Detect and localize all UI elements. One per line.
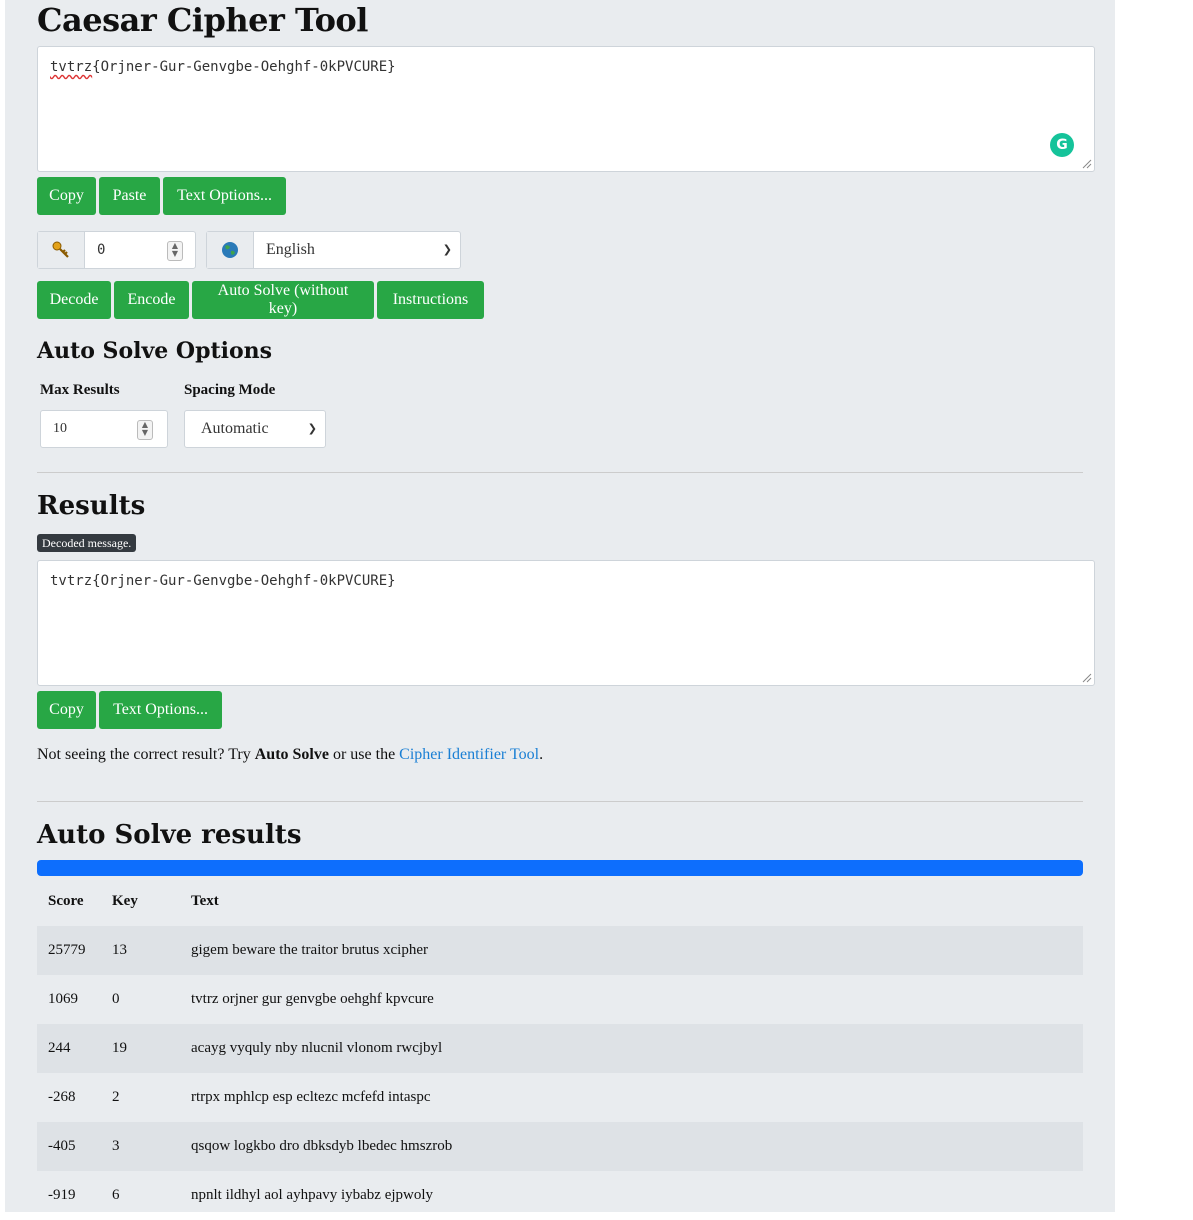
help-note: Not seeing the correct result? Try Auto … <box>37 746 543 764</box>
spacing-mode-value: Automatic <box>201 420 269 437</box>
chevron-down-icon: ❯ <box>307 422 317 435</box>
table-row: 1069 0 tvtrz orjner gur genvgbe oehghf kpv… <box>37 975 1083 1024</box>
cell-score: -405 <box>37 1122 101 1171</box>
cell-score: -919 <box>48 1187 76 1203</box>
copy-input-button[interactable]: Copy <box>37 177 96 215</box>
cipher-identifier-link[interactable]: Cipher Identifier Tool <box>399 746 539 763</box>
cell-key: 6 <box>112 1187 120 1203</box>
cell-key: 19 <box>101 1024 180 1073</box>
encode-button[interactable]: Encode <box>114 281 189 319</box>
key-value: 0 <box>97 242 106 258</box>
auto-solve-options-heading: Auto Solve Options <box>37 338 273 364</box>
table-row: 25779 13 gigem beware the traitor brutus x… <box>37 926 1083 975</box>
misspelled-word: tvtrz <box>50 59 93 75</box>
note-bold: Auto Solve <box>254 746 329 763</box>
cell-score: 25779 <box>37 926 101 975</box>
max-results-input[interactable]: 10 ▲ ▼ <box>40 410 168 448</box>
note-middle: or use the <box>328 746 400 763</box>
divider <box>37 801 1083 802</box>
table-row: -919 6 npnlt ildhyl aol ayhpavy iybabz ejp… <box>37 1171 1083 1220</box>
cell-key: 2 <box>112 1089 120 1105</box>
cell-score: 244 <box>37 1024 101 1073</box>
cell-text: npnlt ildhyl aol ayhpavy iybabz ejpwoly <box>191 1187 434 1203</box>
language-select[interactable]: English ❯ <box>254 232 460 268</box>
max-results-value: 10 <box>53 421 67 436</box>
grammarly-icon[interactable]: G <box>1050 133 1074 157</box>
key-input[interactable]: 0 ▲ ▼ <box>85 232 195 268</box>
spacing-mode-select[interactable]: Automatic ❯ <box>184 410 326 448</box>
resize-handle-icon[interactable] <box>1080 157 1092 169</box>
column-header: Score <box>48 892 84 909</box>
cell-text: acayg vyquly nby nlucnil vlonom rwcjbyl <box>180 1024 1083 1073</box>
note-prefix: Not seeing the correct result? Try <box>37 746 255 763</box>
key-spinner-icon[interactable]: ▲ ▼ <box>167 241 183 261</box>
text-options-output-button[interactable]: Text Options... <box>99 691 222 729</box>
progress-bar <box>37 860 1083 876</box>
results-heading: Results <box>37 491 146 521</box>
text-options-input-button[interactable]: Text Options... <box>163 177 286 215</box>
input-textarea[interactable]: tvtrz{Orjner-Gur-Genvgbe-Oehghf-0kPVCURE… <box>37 46 1095 172</box>
key-input-group: 0 ▲ ▼ <box>37 231 196 269</box>
cell-text: gigem beware the traitor brutus xcipher <box>180 926 1083 975</box>
chevron-down-icon: ❯ <box>442 243 452 256</box>
output-text: tvtrz{Orjner-Gur-Genvgbe-Oehghf-0kPVCURE… <box>50 573 396 589</box>
status-badge: Decoded message. <box>37 534 137 552</box>
decode-button[interactable]: Decode <box>37 281 111 319</box>
table-row: 244 19 acayg vyquly nby nlucnil vlonom rwc… <box>37 1024 1083 1073</box>
cell-score: -268 <box>48 1089 76 1105</box>
resize-handle-icon[interactable] <box>1080 671 1092 683</box>
max-results-spinner-icon[interactable]: ▲ ▼ <box>137 420 153 440</box>
key-icon <box>38 232 85 268</box>
cell-text: rtrpx mphlcp esp ecltezc mcfefd intaspc <box>191 1089 431 1105</box>
results-table: Score Key Text 25779 13 gigem beware the t… <box>37 876 1083 1220</box>
paste-button[interactable]: Paste <box>99 177 160 215</box>
language-value: English <box>266 241 315 258</box>
input-text: {Orjner-Gur-Genvgbe-Oehghf-0kPVCURE} <box>92 59 396 75</box>
instructions-button[interactable]: Instructions <box>377 281 484 319</box>
output-textarea[interactable]: tvtrz{Orjner-Gur-Genvgbe-Oehghf-0kPVCURE… <box>37 560 1095 686</box>
copy-output-button[interactable]: Copy <box>37 691 96 729</box>
page-title: Caesar Cipher Tool <box>37 1 368 39</box>
cell-text: qsqow logkbo dro dbksdyb lbedec hmszrob <box>180 1122 1083 1171</box>
cell-key: 0 <box>112 991 120 1007</box>
spacing-mode-label: Spacing Mode <box>184 382 276 398</box>
auto-solve-results-heading: Auto Solve results <box>37 820 302 850</box>
cell-score: 1069 <box>48 991 78 1007</box>
table-row: -405 3 qsqow logkbo dro dbksdyb lbedec hms… <box>37 1122 1083 1171</box>
language-group: English ❯ <box>206 231 461 269</box>
cell-key: 13 <box>101 926 180 975</box>
auto-solve-button[interactable]: Auto Solve (without key) <box>192 281 374 319</box>
table-row: -268 2 rtrpx mphlcp esp ecltezc mcfefd int… <box>37 1073 1083 1122</box>
globe-icon <box>207 232 254 268</box>
cell-key: 3 <box>101 1122 180 1171</box>
divider <box>37 472 1083 473</box>
max-results-label: Max Results <box>40 382 120 398</box>
cell-text: tvtrz orjner gur genvgbe oehghf kpvcure <box>191 991 434 1007</box>
column-header: Text <box>191 892 219 909</box>
note-suffix: . <box>539 746 544 763</box>
column-header: Key <box>112 892 138 909</box>
